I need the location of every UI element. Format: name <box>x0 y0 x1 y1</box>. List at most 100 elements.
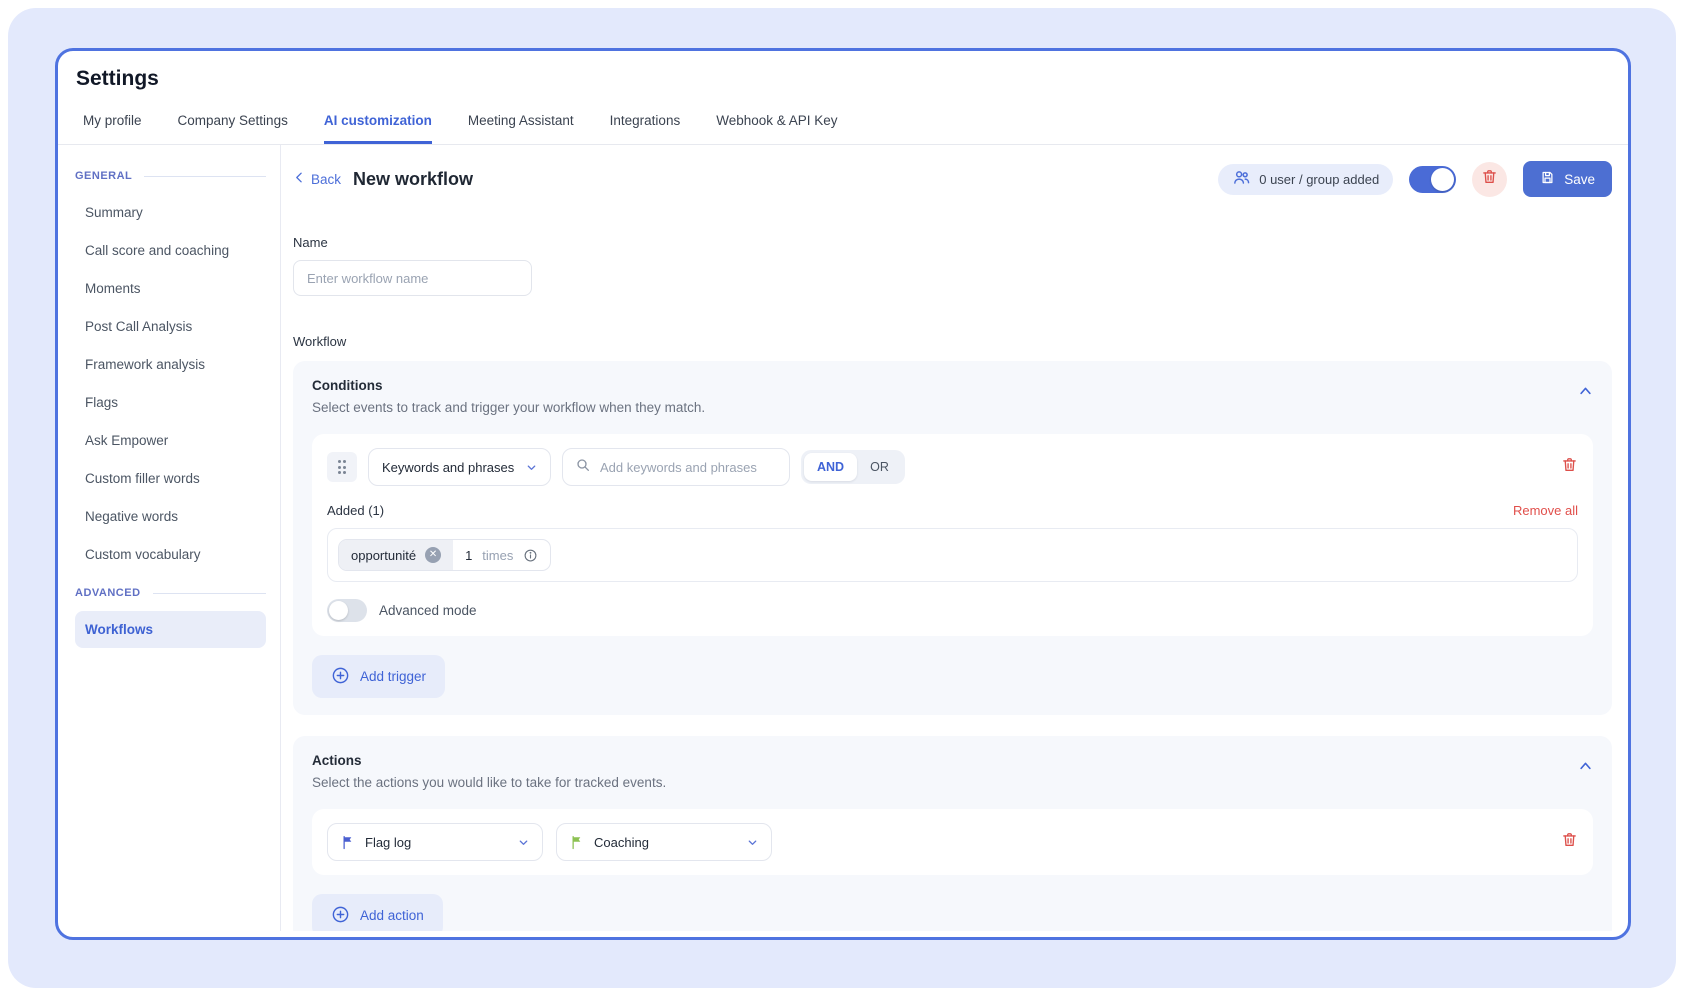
conditions-collapse-button[interactable] <box>1578 384 1593 404</box>
conditions-subtitle: Select events to track and trigger your … <box>312 400 705 415</box>
sidebar-item-post-call-analysis[interactable]: Post Call Analysis <box>75 308 266 345</box>
tab-meeting-assistant[interactable]: Meeting Assistant <box>468 113 574 144</box>
keyword-chip: opportunité ✕ 1 times <box>338 539 551 571</box>
conditions-title: Conditions <box>312 378 705 393</box>
divider <box>153 593 266 594</box>
save-label: Save <box>1564 172 1595 187</box>
workflow-title: New workflow <box>353 169 473 190</box>
sidebar-section-advanced: ADVANCED <box>75 587 266 605</box>
settings-window: Settings My profile Company Settings AI … <box>55 48 1631 940</box>
and-button[interactable]: AND <box>804 453 857 481</box>
tab-my-profile[interactable]: My profile <box>83 113 142 144</box>
sidebar-item-call-score-and-coaching[interactable]: Call score and coaching <box>75 232 266 269</box>
chevron-up-icon <box>1578 761 1593 778</box>
and-or-segmented-control: AND OR <box>801 450 905 484</box>
add-action-label: Add action <box>360 908 424 923</box>
chevron-down-icon <box>518 837 529 848</box>
settings-sidebar: GENERAL Summary Call score and coaching … <box>58 145 281 931</box>
sidebar-section-general: GENERAL <box>75 170 266 188</box>
save-icon <box>1540 170 1555 188</box>
action-target-value: Coaching <box>594 835 649 850</box>
flag-icon <box>341 835 356 850</box>
divider <box>144 176 266 177</box>
users-pill-label: 0 user / group added <box>1259 172 1379 187</box>
action-type-value: Flag log <box>365 835 411 850</box>
trigger-type-value: Keywords and phrases <box>382 460 514 475</box>
plus-circle-icon <box>331 905 350 927</box>
keyword-count-value[interactable]: 1 <box>465 548 472 563</box>
sidebar-item-workflows[interactable]: Workflows <box>75 611 266 648</box>
advanced-mode-label: Advanced mode <box>379 603 477 618</box>
action-target-select[interactable]: Coaching <box>556 823 772 861</box>
sidebar-item-custom-vocabulary[interactable]: Custom vocabulary <box>75 536 266 573</box>
drag-dots <box>338 460 347 474</box>
add-trigger-label: Add trigger <box>360 669 426 684</box>
tab-webhook-api-key[interactable]: Webhook & API Key <box>716 113 837 144</box>
trash-icon <box>1481 168 1498 190</box>
keyword-chip-text: opportunité <box>351 548 416 563</box>
keywords-search-input[interactable] <box>600 460 777 475</box>
chevron-down-icon <box>526 462 537 473</box>
workflow-toolbar: Back New workflow 0 user / group added <box>293 161 1612 197</box>
chevron-left-icon <box>293 171 306 187</box>
times-label: times <box>482 548 513 563</box>
action-row: Flag log Coaching <box>327 823 1578 861</box>
users-icon <box>1232 168 1251 190</box>
actions-subtitle: Select the actions you would like to tak… <box>312 775 666 790</box>
keywords-search-box <box>562 448 790 486</box>
sidebar-item-flags[interactable]: Flags <box>75 384 266 421</box>
sidebar-item-negative-words[interactable]: Negative words <box>75 498 266 535</box>
back-label: Back <box>311 172 341 187</box>
sidebar-item-custom-filler-words[interactable]: Custom filler words <box>75 460 266 497</box>
keyword-chips-container: opportunité ✕ 1 times <box>327 528 1578 582</box>
actions-collapse-button[interactable] <box>1578 759 1593 779</box>
actions-card: Actions Select the actions you would lik… <box>293 736 1612 931</box>
back-button[interactable]: Back <box>293 171 341 187</box>
sidebar-section-advanced-label: ADVANCED <box>75 587 141 599</box>
trigger-type-select[interactable]: Keywords and phrases <box>368 448 551 486</box>
page-title: Settings <box>58 51 1628 91</box>
chevron-down-icon <box>747 837 758 848</box>
or-button[interactable]: OR <box>857 453 902 481</box>
flag-icon <box>570 835 585 850</box>
drag-handle-icon[interactable] <box>327 452 357 482</box>
added-count-label: Added (1) <box>327 503 384 518</box>
trigger-panel: Keywords and phrases AND <box>312 434 1593 636</box>
trigger-row: Keywords and phrases AND <box>327 448 1578 486</box>
chevron-up-icon <box>1578 386 1593 403</box>
action-type-select[interactable]: Flag log <box>327 823 543 861</box>
sidebar-item-framework-analysis[interactable]: Framework analysis <box>75 346 266 383</box>
tab-integrations[interactable]: Integrations <box>610 113 681 144</box>
remove-all-button[interactable]: Remove all <box>1513 503 1578 518</box>
actions-title: Actions <box>312 753 666 768</box>
users-group-pill[interactable]: 0 user / group added <box>1218 164 1393 195</box>
add-trigger-button[interactable]: Add trigger <box>312 655 445 698</box>
sidebar-section-general-label: GENERAL <box>75 170 132 182</box>
info-icon[interactable] <box>523 548 538 563</box>
delete-trigger-button[interactable] <box>1561 456 1578 478</box>
delete-workflow-button[interactable] <box>1472 162 1507 197</box>
toggle-knob <box>329 601 348 620</box>
toggle-knob <box>1431 168 1454 191</box>
add-action-button[interactable]: Add action <box>312 894 443 931</box>
trash-icon <box>1561 456 1578 478</box>
sidebar-item-summary[interactable]: Summary <box>75 194 266 231</box>
sidebar-item-moments[interactable]: Moments <box>75 270 266 307</box>
conditions-card: Conditions Select events to track and tr… <box>293 361 1612 715</box>
name-field-label: Name <box>293 235 1612 250</box>
search-icon <box>575 457 591 478</box>
sidebar-item-ask-empower[interactable]: Ask Empower <box>75 422 266 459</box>
workflow-editor: Back New workflow 0 user / group added <box>281 145 1628 931</box>
plus-circle-icon <box>331 666 350 688</box>
workflow-name-input[interactable] <box>293 260 532 296</box>
remove-keyword-icon[interactable]: ✕ <box>425 547 441 563</box>
action-panel: Flag log Coaching <box>312 809 1593 875</box>
delete-action-button[interactable] <box>1561 831 1578 853</box>
tab-company-settings[interactable]: Company Settings <box>178 113 288 144</box>
tab-ai-customization[interactable]: AI customization <box>324 113 432 144</box>
trash-icon <box>1561 831 1578 853</box>
workflow-enabled-toggle[interactable] <box>1409 166 1456 193</box>
workflow-section-label: Workflow <box>293 334 1612 349</box>
advanced-mode-toggle[interactable] <box>327 599 367 622</box>
save-button[interactable]: Save <box>1523 161 1612 197</box>
